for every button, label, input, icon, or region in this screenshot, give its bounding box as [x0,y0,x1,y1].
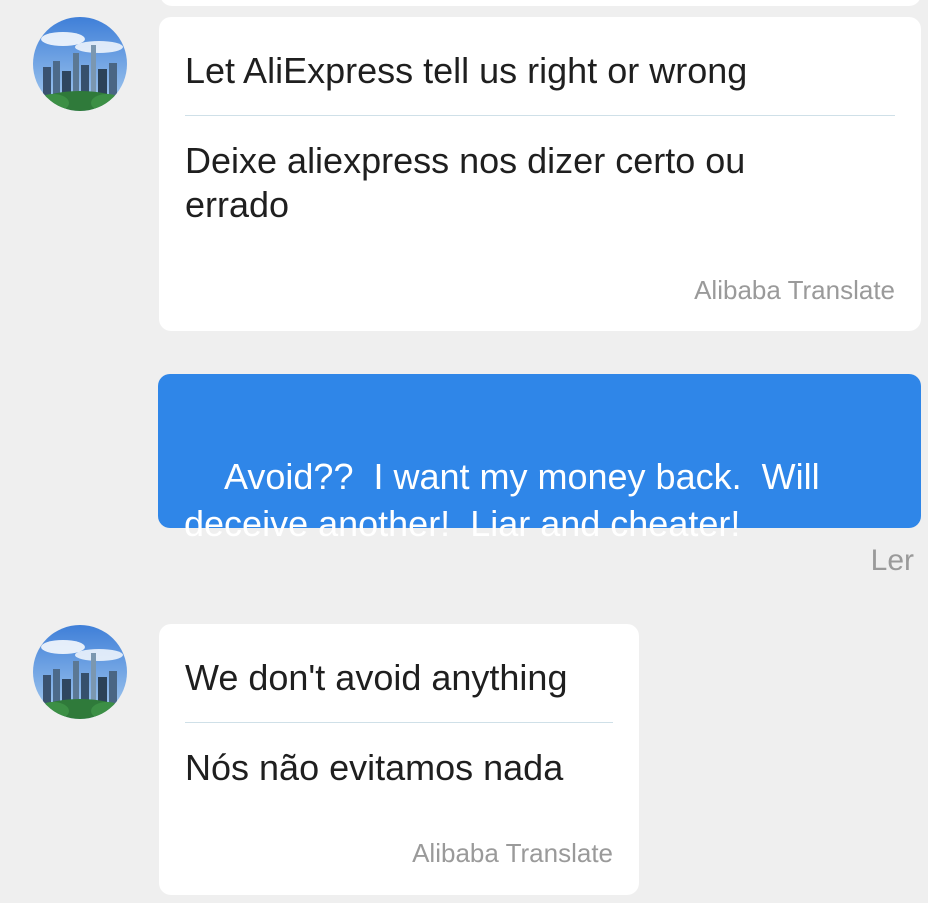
contact-avatar[interactable] [33,17,127,111]
original-message-text: Let AliExpress tell us right or wrong [185,50,748,91]
translated-message-text: Nós não evitamos nada [185,747,564,788]
city-skyline-icon [33,625,127,719]
translation-provider-label: Alibaba Translate [412,838,613,868]
chat-conversation: Let AliExpress tell us right or wrong De… [0,0,928,903]
incoming-message-bubble[interactable]: Let AliExpress tell us right or wrong De… [159,17,921,331]
translated-message-text: Deixe aliexpress nos dizer certo ou erra… [185,140,746,225]
previous-message-bubble[interactable] [160,0,921,6]
read-status-label: Ler [870,544,914,577]
outgoing-message-text: Avoid?? I want my money back. Will decei… [184,456,830,544]
city-skyline-icon [33,17,127,111]
translation-provider-label: Alibaba Translate [694,275,895,305]
contact-avatar[interactable] [33,625,127,719]
outgoing-message-bubble[interactable]: Avoid?? I want my money back. Will decei… [158,374,921,544]
incoming-message-bubble[interactable]: We don't avoid anything Nós não evitamos… [159,624,639,895]
original-message-text: We don't avoid anything [185,657,568,698]
